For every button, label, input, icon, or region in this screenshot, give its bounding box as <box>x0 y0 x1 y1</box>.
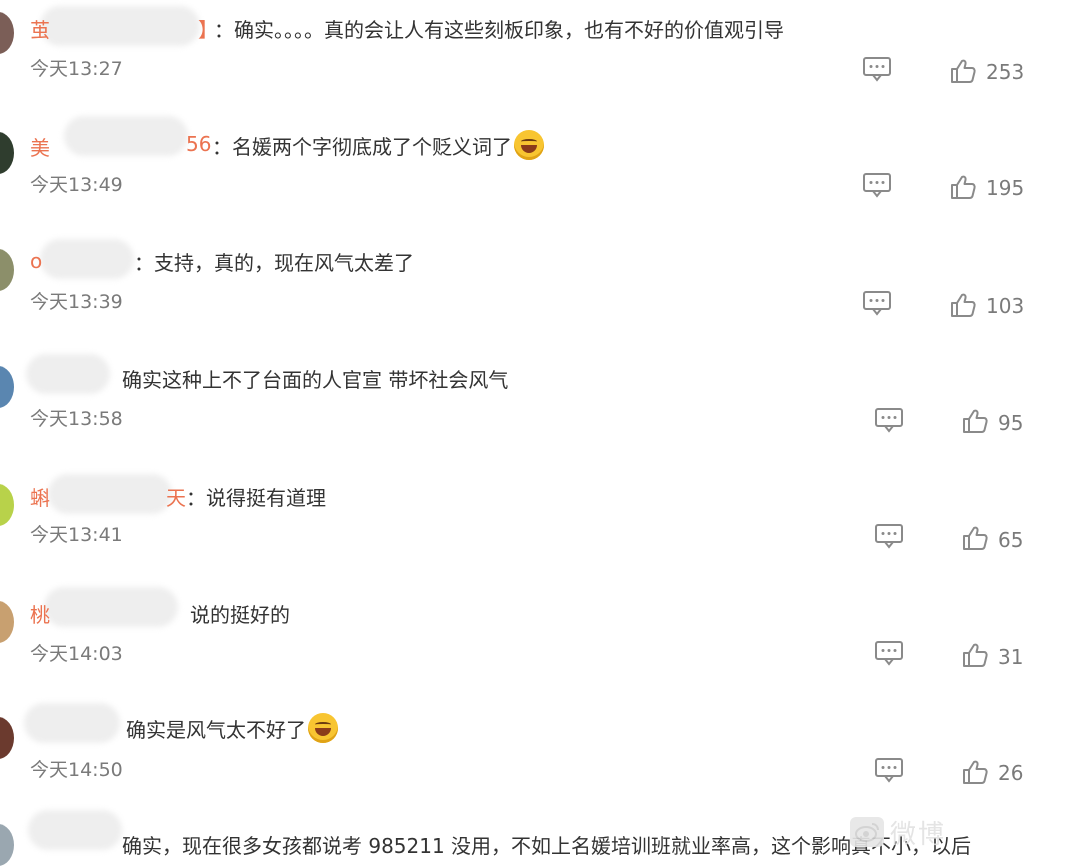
like-count: 65 <box>998 528 1024 552</box>
avatar[interactable] <box>0 12 14 54</box>
avatar[interactable] <box>0 824 14 866</box>
comment-icon[interactable] <box>874 523 904 549</box>
comment-text: 确实是风气太不好了 <box>126 713 338 743</box>
comment-time: 今天13:49 <box>30 174 123 196</box>
like-count: 26 <box>998 761 1024 785</box>
comment-icon[interactable] <box>874 407 904 433</box>
like-count: 95 <box>998 411 1024 435</box>
avatar[interactable] <box>0 132 14 174</box>
avatar[interactable] <box>0 601 14 643</box>
avatar[interactable] <box>0 484 14 526</box>
like-count: 195 <box>986 176 1025 200</box>
comment-text: ：名媛两个字彻底成了个贬义词了 <box>212 130 544 160</box>
thumbs-up-icon[interactable] <box>962 408 988 434</box>
redacted-username <box>64 116 188 156</box>
comment-text: ：确实。。。。真的会让人有这些刻板印象，也有不好的价值观引导 <box>214 18 784 42</box>
thumbs-up-icon[interactable] <box>950 58 976 84</box>
redacted-username <box>44 587 178 627</box>
username[interactable]: 茧 】 <box>30 14 218 43</box>
comment-time: 今天13:27 <box>30 58 123 80</box>
cry-laugh-emoji <box>514 130 544 160</box>
username[interactable]: 美 56 <box>30 132 211 161</box>
thumbs-up-icon[interactable] <box>962 642 988 668</box>
redacted-username <box>24 703 120 743</box>
comment-text: ：说得挺有道理 <box>186 486 326 510</box>
laugh-emoji <box>308 713 338 743</box>
comment-time: 今天14:03 <box>30 643 123 665</box>
comment-icon[interactable] <box>862 172 892 198</box>
comment-time: 今天13:41 <box>30 524 123 546</box>
comment-text: ：支持，真的，现在风气太差了 <box>134 251 414 275</box>
comment-icon[interactable] <box>862 56 892 82</box>
like-count: 103 <box>986 294 1025 318</box>
username[interactable]: 桃 <box>30 599 50 628</box>
redacted-username <box>26 354 110 394</box>
comment-time: 今天13:58 <box>30 408 123 430</box>
thumbs-up-icon[interactable] <box>950 292 976 318</box>
redacted-username <box>48 474 172 514</box>
comment-time: 今天13:39 <box>30 291 123 313</box>
redacted-username <box>40 239 134 279</box>
username[interactable]: 蝌 天 <box>30 482 186 511</box>
comment-text: 确实，现在很多女孩都说考 985211 没用，不如上名媛培训班就业率高，这个影响… <box>122 834 972 858</box>
comment-text: 说的挺好的 <box>190 603 290 627</box>
username[interactable]: o <box>30 249 42 273</box>
comment-text: 确实这种上不了台面的人官宣 带坏社会风气 <box>122 368 509 392</box>
comment-icon[interactable] <box>862 290 892 316</box>
avatar[interactable] <box>0 717 14 759</box>
thumbs-up-icon[interactable] <box>962 525 988 551</box>
comment-time: 今天14:50 <box>30 759 123 781</box>
weibo-watermark: 微博 <box>850 812 1060 852</box>
avatar[interactable] <box>0 366 14 408</box>
thumbs-up-icon[interactable] <box>962 759 988 785</box>
avatar[interactable] <box>0 249 14 291</box>
watermark-text: 微博 <box>890 819 947 850</box>
comment-icon[interactable] <box>874 757 904 783</box>
like-count: 31 <box>998 645 1024 669</box>
comment-icon[interactable] <box>874 640 904 666</box>
like-count: 253 <box>986 60 1025 84</box>
redacted-username <box>40 6 200 46</box>
redacted-username <box>28 810 122 850</box>
weibo-logo-icon <box>850 817 884 847</box>
thumbs-up-icon[interactable] <box>950 174 976 200</box>
